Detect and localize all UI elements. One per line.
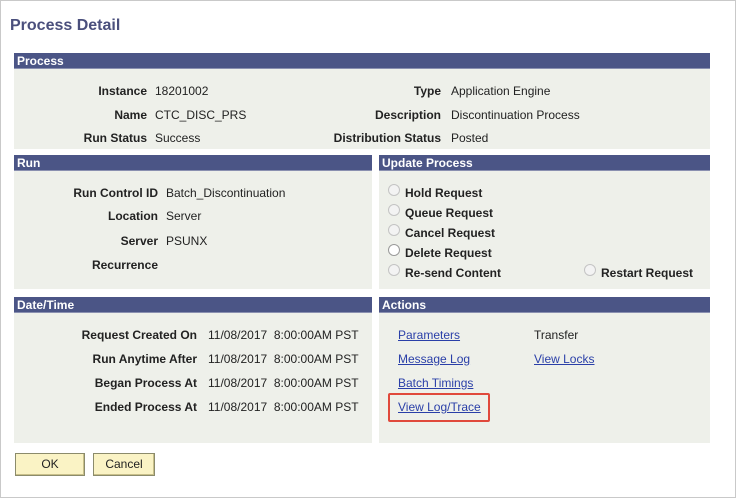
run-anytime-after-value: 11/08/2017 8:00:00AM PST	[208, 352, 359, 366]
hold-request-radio[interactable]	[388, 184, 400, 196]
name-value: CTC_DISC_PRS	[155, 108, 247, 122]
process-section-header: Process	[14, 53, 710, 69]
type-value: Application Engine	[451, 84, 551, 98]
instance-label: Instance	[98, 84, 147, 98]
page-title: Process Detail	[10, 17, 121, 34]
batch-timings-link[interactable]: Batch Timings	[398, 376, 473, 390]
ended-process-at-label: Ended Process At	[94, 400, 197, 414]
location-value: Server	[166, 209, 202, 223]
cancel-button[interactable]: Cancel	[93, 453, 155, 476]
server-label: Server	[120, 234, 158, 248]
run-status-value: Success	[155, 131, 201, 145]
recurrence-label: Recurrence	[91, 258, 158, 272]
distribution-status-label: Distribution Status	[333, 131, 441, 145]
cancel-request-radio[interactable]	[388, 224, 400, 236]
began-process-at-label: Began Process At	[94, 376, 197, 390]
request-created-on-label: Request Created On	[81, 328, 197, 342]
restart-request-radio[interactable]	[584, 264, 596, 276]
description-value: Discontinuation Process	[451, 108, 580, 122]
run-anytime-after-label: Run Anytime After	[92, 352, 197, 366]
type-label: Type	[413, 84, 441, 98]
location-label: Location	[108, 209, 158, 223]
run-status-label: Run Status	[83, 131, 147, 145]
view-log-trace-link[interactable]: View Log/Trace	[398, 400, 481, 414]
process-detail-window: Process Detail Process Instance 18201002…	[0, 0, 736, 498]
run-control-id-value: Batch_Discontinuation	[166, 186, 286, 200]
restart-request-label: Restart Request	[601, 266, 694, 280]
message-log-link[interactable]: Message Log	[398, 352, 470, 366]
update-process-section-header: Update Process	[379, 155, 710, 171]
restart-request-option[interactable]: Restart Request	[584, 264, 694, 280]
delete-request-option[interactable]: Delete Request	[388, 244, 492, 260]
resend-content-radio[interactable]	[388, 264, 400, 276]
cancel-request-option[interactable]: Cancel Request	[388, 224, 496, 240]
queue-request-option[interactable]: Queue Request	[388, 204, 494, 220]
hold-request-option[interactable]: Hold Request	[388, 184, 483, 200]
began-process-at-value: 11/08/2017 8:00:00AM PST	[208, 376, 359, 390]
delete-request-label: Delete Request	[405, 246, 492, 260]
server-value: PSUNX	[166, 234, 208, 248]
resend-content-label: Re-send Content	[405, 266, 501, 280]
delete-request-radio[interactable]	[388, 244, 400, 256]
datetime-section-header: Date/Time	[14, 297, 372, 313]
queue-request-label: Queue Request	[405, 206, 494, 220]
instance-value: 18201002	[155, 84, 209, 98]
queue-request-radio[interactable]	[388, 204, 400, 216]
hold-request-label: Hold Request	[405, 186, 483, 200]
run-control-id-label: Run Control ID	[73, 186, 158, 200]
cancel-request-label: Cancel Request	[405, 226, 496, 240]
request-created-on-value: 11/08/2017 8:00:00AM PST	[208, 328, 359, 342]
transfer-text: Transfer	[534, 328, 579, 342]
resend-content-option[interactable]: Re-send Content	[388, 264, 501, 280]
ok-button[interactable]: OK	[15, 453, 85, 476]
ended-process-at-value: 11/08/2017 8:00:00AM PST	[208, 400, 359, 414]
datetime-section: Date/Time	[14, 297, 372, 443]
run-section-header: Run	[14, 155, 372, 171]
parameters-link[interactable]: Parameters	[398, 328, 460, 342]
name-label: Name	[114, 108, 147, 122]
actions-section-header: Actions	[379, 297, 710, 313]
distribution-status-value: Posted	[451, 131, 489, 145]
view-locks-link[interactable]: View Locks	[534, 352, 594, 366]
description-label: Description	[374, 108, 441, 122]
